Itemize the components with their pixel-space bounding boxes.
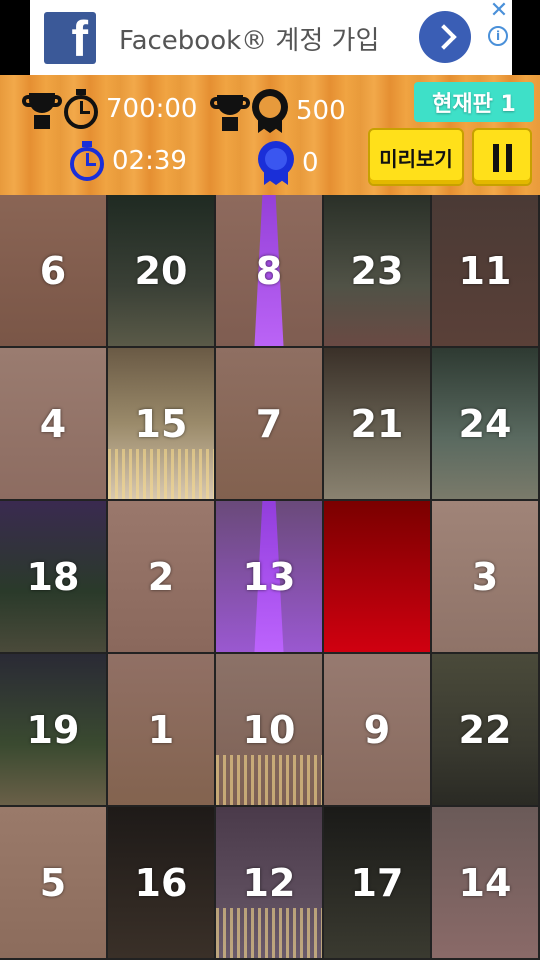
tile-number: 11 (458, 248, 512, 293)
puzzle-tile[interactable]: 7 (216, 348, 322, 499)
tile-number: 10 (242, 707, 296, 752)
ad-text: Facebook® 계정 가입 (119, 26, 380, 56)
puzzle-tile[interactable]: 4 (0, 348, 106, 499)
puzzle-tile[interactable]: 21 (324, 348, 430, 499)
tile-number: 3 (471, 554, 499, 599)
puzzle-tile[interactable]: 15 (108, 348, 214, 499)
tile-number: 14 (458, 860, 512, 905)
tile-number: 20 (134, 248, 188, 293)
puzzle-tile[interactable]: 2 (108, 501, 214, 652)
tile-number: 12 (242, 860, 296, 905)
tile-number: 22 (458, 707, 512, 752)
puzzle-tile[interactable]: 17 (324, 807, 430, 958)
puzzle-tile[interactable]: 14 (432, 807, 538, 958)
puzzle-tile[interactable]: 19 (0, 654, 106, 805)
best-time-stat: 700:00 (22, 89, 197, 129)
puzzle-tile[interactable]: 1 (108, 654, 214, 805)
tile-number: 16 (134, 860, 188, 905)
best-time-value: 700:00 (106, 94, 198, 124)
best-score-stat: 500 (210, 89, 346, 133)
puzzle-tile[interactable]: 11 (432, 195, 538, 346)
building-lights-image (108, 449, 214, 499)
puzzle-tile[interactable]: 22 (432, 654, 538, 805)
info-icon[interactable]: i (488, 26, 508, 46)
puzzle-tile[interactable]: 12 (216, 807, 322, 958)
tile-number: 19 (26, 707, 80, 752)
tile-number: 7 (255, 401, 283, 446)
tile-number: 17 (350, 860, 404, 905)
tile-number: 2 (147, 554, 175, 599)
puzzle-tile[interactable]: 10 (216, 654, 322, 805)
puzzle-tile[interactable]: 23 (324, 195, 430, 346)
tile-number: 5 (39, 860, 67, 905)
tile-number: 4 (39, 401, 67, 446)
puzzle-tile[interactable]: 13 (216, 501, 322, 652)
puzzle-tile[interactable]: 18 (0, 501, 106, 652)
current-time-stat: 02:39 (68, 141, 187, 181)
close-icon[interactable]: ✕ (488, 0, 510, 22)
chevron-right-icon[interactable] (419, 11, 471, 63)
tile-number: 6 (39, 248, 67, 293)
ad-content[interactable]: f Facebook® 계정 가입 ✕ i (30, 0, 512, 75)
preview-button[interactable]: 미리보기 (368, 128, 464, 186)
tile-number: 21 (350, 401, 404, 446)
facebook-logo-icon: f (44, 11, 96, 67)
clock-icon (68, 141, 106, 181)
tile-number: 24 (458, 401, 512, 446)
tile-number: 1 (147, 707, 175, 752)
trophy-icon (210, 91, 250, 131)
trophy-icon (22, 89, 62, 129)
clock-icon (62, 89, 100, 129)
ad-banner[interactable]: f Facebook® 계정 가입 ✕ i (0, 0, 540, 75)
building-lights-image (216, 755, 322, 805)
tile-number: 23 (350, 248, 404, 293)
current-score-value: 0 (302, 148, 319, 178)
current-score-stat: 0 (256, 141, 319, 185)
puzzle-tile[interactable]: 20 (108, 195, 214, 346)
current-time-value: 02:39 (112, 146, 187, 176)
puzzle-board: 6 20 8 23 11 4 15 7 21 24 18 2 13 3 19 1 10 9 22 5 16 12 17 14 (0, 195, 540, 960)
best-score-value: 500 (296, 96, 346, 126)
tile-number: 13 (242, 554, 296, 599)
medal-icon (256, 141, 296, 185)
puzzle-tile[interactable]: 9 (324, 654, 430, 805)
tile-number: 9 (363, 707, 391, 752)
puzzle-tile[interactable]: 16 (108, 807, 214, 958)
tile-number: 18 (26, 554, 80, 599)
puzzle-tile[interactable]: 5 (0, 807, 106, 958)
puzzle-tile[interactable]: 8 (216, 195, 322, 346)
puzzle-tile[interactable]: 6 (0, 195, 106, 346)
medal-icon (250, 89, 290, 133)
tile-number: 8 (255, 248, 283, 293)
pause-button[interactable] (472, 128, 532, 186)
puzzle-tile[interactable]: 24 (432, 348, 538, 499)
current-board-badge: 현재판 1 (414, 82, 534, 122)
tile-number: 15 (134, 401, 188, 446)
puzzle-tile[interactable]: 3 (432, 501, 538, 652)
empty-tile[interactable] (324, 501, 430, 652)
building-lights-image (216, 908, 322, 958)
